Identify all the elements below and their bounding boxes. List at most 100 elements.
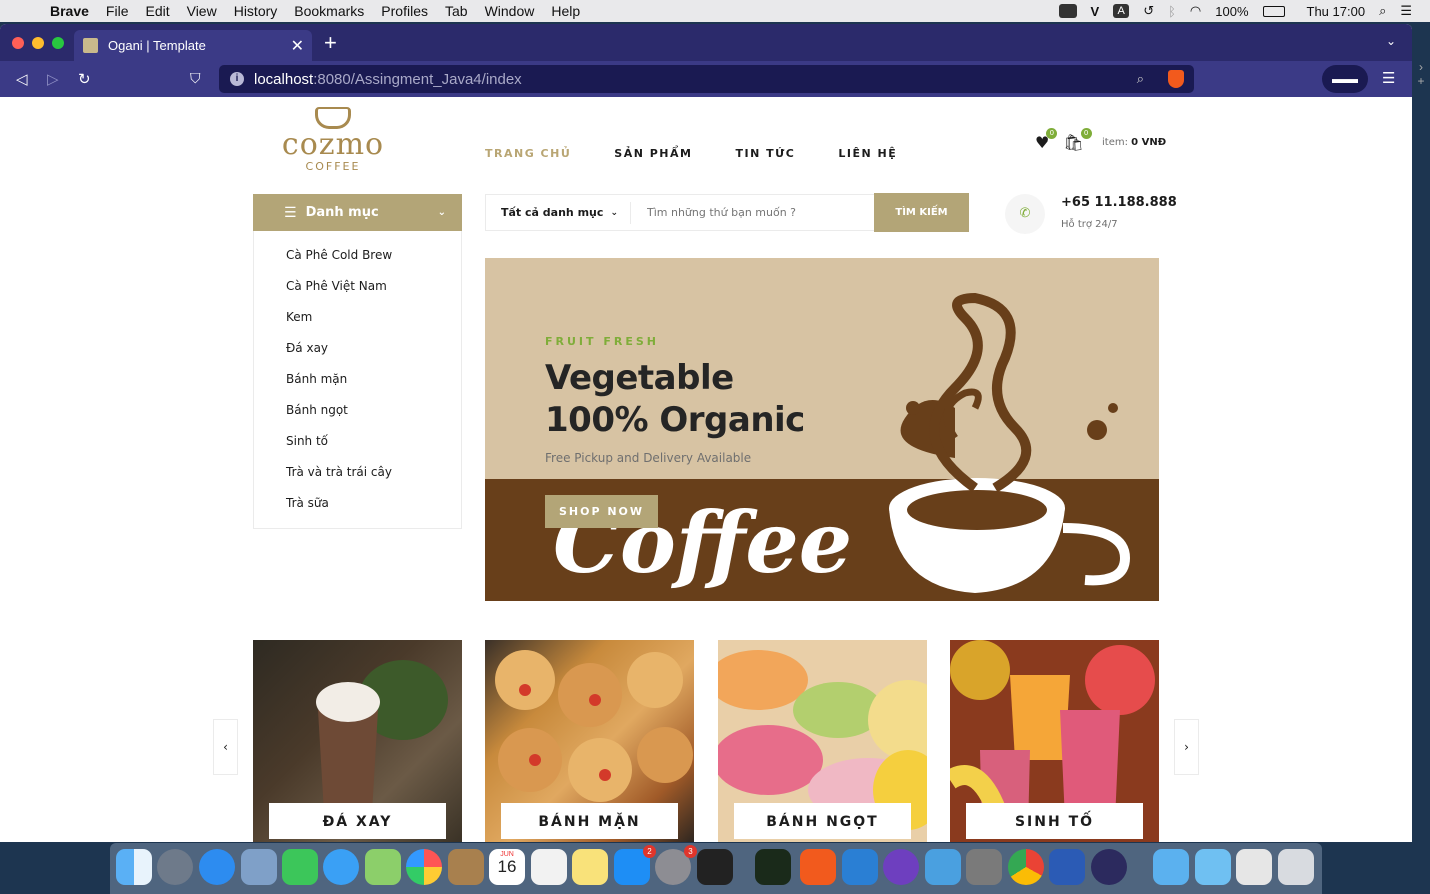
system-preferences-icon[interactable]: 3 bbox=[655, 845, 697, 885]
zoom-icon[interactable]: ⌕ bbox=[1137, 71, 1144, 87]
menu-window[interactable]: Window bbox=[485, 3, 535, 19]
nav-news[interactable]: TIN TỨC bbox=[735, 147, 795, 160]
battery-percent[interactable]: 100% bbox=[1215, 4, 1248, 19]
tab-close-icon[interactable]: ✕ bbox=[291, 36, 304, 56]
category-item[interactable]: Cà Phê Cold Brew bbox=[254, 243, 461, 274]
zoom-window-button[interactable] bbox=[52, 37, 64, 49]
network-utility-icon[interactable] bbox=[925, 849, 961, 885]
category-item[interactable]: Sinh tố bbox=[254, 429, 461, 460]
close-window-button[interactable] bbox=[12, 37, 24, 49]
facetime-icon[interactable] bbox=[282, 849, 318, 885]
applications-folder-icon[interactable] bbox=[1153, 849, 1189, 885]
chrome-icon[interactable] bbox=[1008, 849, 1044, 885]
calendar-icon[interactable]: JUN 16 bbox=[489, 849, 525, 885]
menu-file[interactable]: File bbox=[106, 3, 129, 19]
menu-edit[interactable]: Edit bbox=[145, 3, 169, 19]
minimize-window-button[interactable] bbox=[32, 37, 44, 49]
forward-button[interactable]: ▷ bbox=[47, 70, 59, 88]
category-card-banh-ngot[interactable]: BÁNH NGỌT bbox=[718, 640, 927, 842]
brave-browser-icon[interactable] bbox=[800, 849, 836, 885]
category-card-da-xay[interactable]: ĐÁ XAY bbox=[253, 640, 462, 842]
launchpad-icon[interactable] bbox=[157, 849, 193, 885]
time-machine-icon[interactable]: ↺ bbox=[1143, 3, 1154, 19]
nav-contact[interactable]: LIÊN HỆ bbox=[838, 147, 897, 160]
clock[interactable]: Thu 17:00 bbox=[1307, 4, 1366, 19]
vim-icon[interactable]: V bbox=[1091, 4, 1100, 19]
photos-icon[interactable] bbox=[406, 849, 442, 885]
github-desktop-icon[interactable] bbox=[883, 849, 919, 885]
sidebar-toggle-icon[interactable]: › + bbox=[1412, 60, 1430, 100]
app-store-icon[interactable]: 2 bbox=[614, 845, 656, 885]
menu-app-name[interactable]: Brave bbox=[50, 3, 89, 19]
browser-menu-icon[interactable]: ☰ bbox=[1382, 69, 1395, 87]
category-item[interactable]: Cà Phê Việt Nam bbox=[254, 274, 461, 305]
terminal-icon[interactable] bbox=[697, 849, 733, 885]
messages-icon[interactable] bbox=[323, 849, 359, 885]
input-source-icon[interactable]: A bbox=[1113, 4, 1130, 18]
recent-files-icon[interactable] bbox=[1236, 849, 1272, 885]
bookmark-icon[interactable]: ⛉ bbox=[190, 70, 201, 87]
shop-now-button[interactable]: SHOP NOW bbox=[545, 495, 658, 528]
word-icon[interactable] bbox=[1049, 849, 1085, 885]
site-info-icon[interactable]: i bbox=[230, 72, 244, 86]
trash-icon[interactable] bbox=[1278, 849, 1314, 885]
category-card-sinh-to[interactable]: SINH TỐ bbox=[950, 640, 1159, 842]
carousel-prev-button[interactable]: ‹ bbox=[213, 719, 238, 775]
notes-icon[interactable] bbox=[572, 849, 608, 885]
site-logo[interactable]: cozmo COFFEE bbox=[281, 107, 385, 179]
shopping-bag-icon[interactable]: 🛍 0 bbox=[1063, 128, 1092, 152]
address-bar[interactable]: i localhost:8080/Assingment_Java4/index … bbox=[219, 65, 1194, 93]
category-item[interactable]: Trà sữa bbox=[254, 491, 461, 522]
category-item[interactable]: Bánh ngọt bbox=[254, 398, 461, 429]
category-item[interactable]: Bánh mặn bbox=[254, 367, 461, 398]
macos-dock: JUN 16 2 3 bbox=[110, 843, 1322, 894]
safari-icon[interactable] bbox=[199, 849, 235, 885]
activity-monitor-icon[interactable] bbox=[755, 849, 791, 885]
brave-shields-icon[interactable] bbox=[1168, 70, 1184, 88]
category-item[interactable]: Kem bbox=[254, 305, 461, 336]
category-item[interactable]: Trà và trà trái cây bbox=[254, 460, 461, 491]
private-window-icon[interactable]: ▬▬ bbox=[1322, 65, 1368, 93]
calculator-icon[interactable] bbox=[966, 849, 1002, 885]
downloads-folder-icon[interactable] bbox=[1195, 849, 1231, 885]
categories-toggle[interactable]: ☰ Danh mục ⌄ bbox=[253, 194, 462, 231]
category-card-label: BÁNH MẶN bbox=[501, 803, 678, 839]
category-item[interactable]: Đá xay bbox=[254, 336, 461, 367]
contacts-icon[interactable] bbox=[448, 849, 484, 885]
wifi-icon[interactable]: ◠ bbox=[1190, 3, 1201, 19]
tab-list-chevron-icon[interactable]: ⌄ bbox=[1386, 34, 1396, 48]
back-button[interactable]: ◁ bbox=[16, 70, 28, 88]
menu-view[interactable]: View bbox=[187, 3, 217, 19]
category-card-label: ĐÁ XAY bbox=[269, 803, 446, 839]
vscode-icon[interactable] bbox=[842, 849, 878, 885]
tab-active[interactable]: Ogani | Template ✕ bbox=[74, 30, 312, 61]
preview-icon[interactable] bbox=[241, 849, 277, 885]
menu-history[interactable]: History bbox=[234, 3, 278, 19]
docker-icon[interactable] bbox=[1058, 4, 1077, 18]
finder-icon[interactable] bbox=[116, 849, 152, 885]
maps-icon[interactable] bbox=[365, 849, 401, 885]
nav-home[interactable]: TRANG CHỦ bbox=[485, 147, 571, 160]
reload-button[interactable]: ↻ bbox=[78, 70, 91, 88]
search-category-select[interactable]: Tất cả danh mục ⌄ bbox=[486, 201, 631, 224]
menu-profiles[interactable]: Profiles bbox=[381, 3, 428, 19]
battery-icon[interactable] bbox=[1262, 5, 1285, 17]
menu-tab[interactable]: Tab bbox=[445, 3, 468, 19]
reminders-icon[interactable] bbox=[531, 849, 567, 885]
menu-bookmarks[interactable]: Bookmarks bbox=[294, 3, 364, 19]
new-tab-button[interactable]: + bbox=[324, 30, 337, 56]
nav-products[interactable]: SẢN PHẨM bbox=[614, 147, 692, 160]
calendar-day: 16 bbox=[497, 857, 517, 876]
menu-help[interactable]: Help bbox=[551, 3, 580, 19]
bluetooth-icon[interactable]: ᛒ bbox=[1168, 4, 1176, 19]
search-button[interactable]: TÌM KIẾM bbox=[874, 193, 969, 232]
search-input[interactable] bbox=[631, 206, 874, 219]
spotlight-search-icon[interactable]: ⌕ bbox=[1379, 3, 1386, 19]
logo-subtitle: COFFEE bbox=[305, 160, 361, 173]
notification-center-icon[interactable]: ☰ bbox=[1400, 3, 1412, 19]
wishlist-heart-icon[interactable]: ♥ 0 bbox=[1035, 128, 1058, 152]
app-store-badge: 2 bbox=[643, 845, 656, 858]
eclipse-icon[interactable] bbox=[1091, 849, 1127, 885]
carousel-next-button[interactable]: › bbox=[1174, 719, 1199, 775]
category-card-banh-man[interactable]: BÁNH MẶN bbox=[485, 640, 694, 842]
